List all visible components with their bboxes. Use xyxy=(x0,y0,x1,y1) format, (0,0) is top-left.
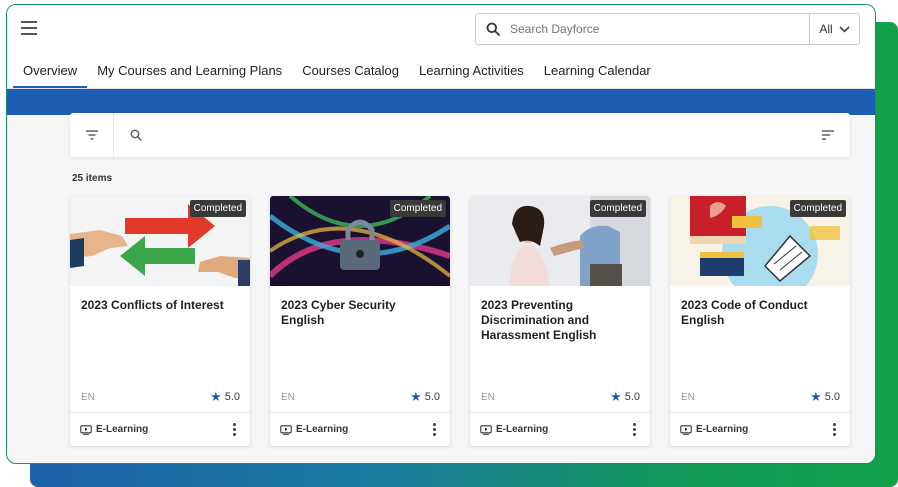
results-count: 25 items xyxy=(72,173,113,184)
top-bar: All xyxy=(7,5,875,53)
course-type: E-Learning xyxy=(80,424,148,435)
search-scope-label: All xyxy=(819,22,833,36)
star-icon: ★ xyxy=(410,389,422,404)
card-footer: E-Learning xyxy=(270,412,450,446)
star-icon: ★ xyxy=(210,389,222,404)
global-search: All xyxy=(475,13,860,45)
tab-my-courses[interactable]: My Courses and Learning Plans xyxy=(87,63,292,88)
course-card[interactable]: Completed 2023 Conflicts of Interest EN … xyxy=(70,196,250,446)
course-title[interactable]: 2023 Code of Conduct English xyxy=(681,298,841,328)
card-footer: E-Learning xyxy=(670,412,850,446)
search-icon xyxy=(476,22,510,36)
course-type: E-Learning xyxy=(280,424,348,435)
status-badge: Completed xyxy=(389,200,446,217)
course-type: E-Learning xyxy=(480,424,548,435)
search-icon xyxy=(130,129,142,141)
chevron-down-icon xyxy=(839,25,850,33)
tab-learning-activities[interactable]: Learning Activities xyxy=(409,63,534,88)
course-card[interactable]: Completed 2023 Preventing Discrimination… xyxy=(470,196,650,446)
status-badge: Completed xyxy=(589,200,646,217)
rating-value: 5.0 xyxy=(624,390,640,403)
course-rating: ★ 5.0 xyxy=(410,390,440,403)
menu-icon[interactable] xyxy=(21,21,37,35)
sort-button[interactable] xyxy=(806,113,850,157)
status-badge: Completed xyxy=(189,200,246,217)
course-language: EN xyxy=(81,392,95,403)
course-title[interactable]: 2023 Cyber Security English xyxy=(281,298,441,328)
elearning-icon xyxy=(280,424,292,435)
rating-value: 5.0 xyxy=(824,390,840,403)
tab-courses-catalog[interactable]: Courses Catalog xyxy=(292,63,409,88)
filter-icon xyxy=(85,130,98,140)
nav-tabs: Overview My Courses and Learning Plans C… xyxy=(7,53,875,89)
course-language: EN xyxy=(481,392,495,403)
course-rating: ★ 5.0 xyxy=(810,390,840,403)
course-type-label: E-Learning xyxy=(696,424,749,435)
elearning-icon xyxy=(680,424,692,435)
course-type-label: E-Learning xyxy=(496,424,549,435)
star-icon: ★ xyxy=(610,389,622,404)
tab-overview[interactable]: Overview xyxy=(13,63,88,88)
course-type-label: E-Learning xyxy=(96,424,149,435)
status-badge: Completed xyxy=(789,200,846,217)
more-options-icon[interactable] xyxy=(229,419,240,440)
filter-button[interactable] xyxy=(70,113,114,157)
rating-value: 5.0 xyxy=(424,390,440,403)
course-card[interactable]: Completed 2023 Code of Conduct English E… xyxy=(670,196,850,446)
filter-toolbar xyxy=(70,113,850,157)
course-card[interactable]: Completed 2023 Cyber Security English EN… xyxy=(270,196,450,446)
elearning-icon xyxy=(480,424,492,435)
star-icon: ★ xyxy=(810,389,822,404)
search-button[interactable] xyxy=(114,113,158,157)
course-rating: ★ 5.0 xyxy=(210,390,240,403)
course-thumbnail: Completed xyxy=(70,196,250,286)
course-thumbnail: Completed xyxy=(470,196,650,286)
course-language: EN xyxy=(681,392,695,403)
rating-value: 5.0 xyxy=(224,390,240,403)
tab-learning-calendar[interactable]: Learning Calendar xyxy=(534,63,661,88)
course-type-label: E-Learning xyxy=(296,424,349,435)
stage: All Overview My Courses and Learning Pla… xyxy=(0,0,898,487)
course-thumbnail: Completed xyxy=(670,196,850,286)
course-type: E-Learning xyxy=(680,424,748,435)
search-input[interactable] xyxy=(510,14,809,44)
course-title[interactable]: 2023 Preventing Discrimination and Haras… xyxy=(481,298,641,343)
course-rating: ★ 5.0 xyxy=(610,390,640,403)
card-footer: E-Learning xyxy=(470,412,650,446)
course-card-list: Completed 2023 Conflicts of Interest EN … xyxy=(70,196,850,446)
more-options-icon[interactable] xyxy=(429,419,440,440)
search-scope-select[interactable]: All xyxy=(809,14,859,44)
elearning-icon xyxy=(80,424,92,435)
course-language: EN xyxy=(281,392,295,403)
sort-icon xyxy=(822,130,834,140)
course-thumbnail: Completed xyxy=(270,196,450,286)
banner-bar xyxy=(7,89,875,115)
course-title[interactable]: 2023 Conflicts of Interest xyxy=(81,298,241,313)
card-footer: E-Learning xyxy=(70,412,250,446)
more-options-icon[interactable] xyxy=(629,419,640,440)
more-options-icon[interactable] xyxy=(829,419,840,440)
